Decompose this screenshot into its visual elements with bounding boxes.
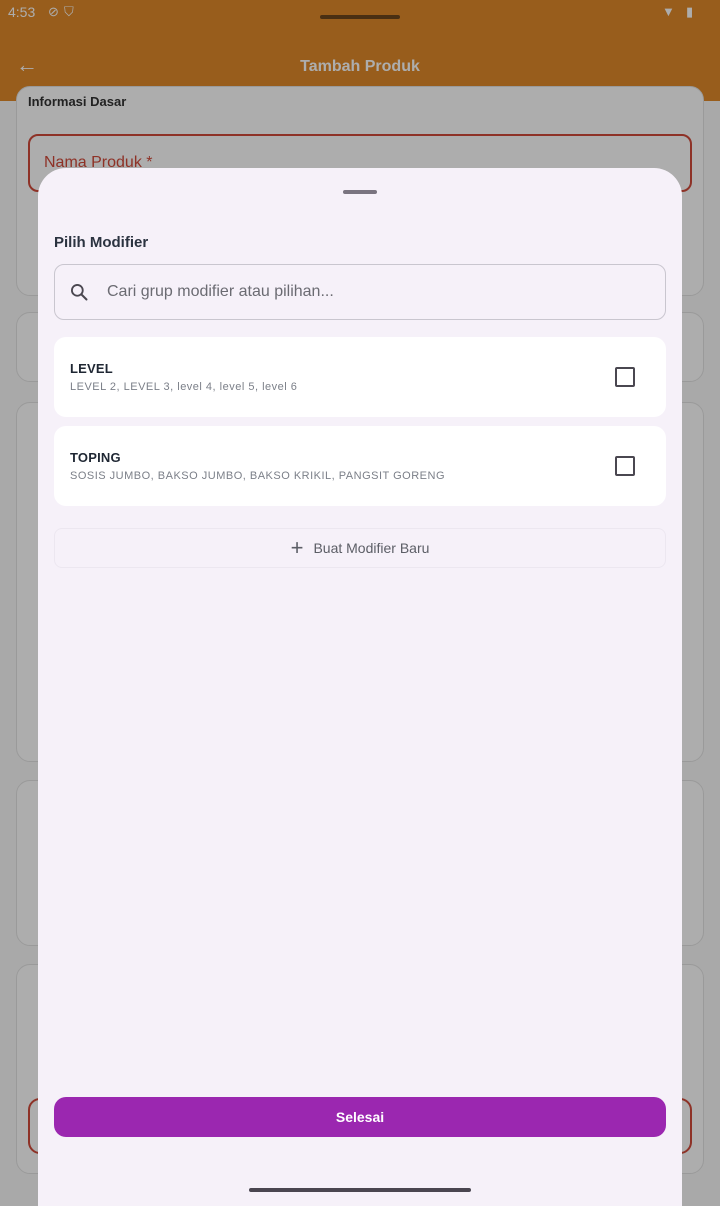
- modifier-name: TOPING: [70, 450, 121, 465]
- modifier-options: SOSIS JUMBO, BAKSO JUMBO, BAKSO KRIKIL, …: [70, 470, 446, 482]
- drag-handle[interactable]: [343, 190, 377, 194]
- plus-icon: +: [290, 535, 304, 560]
- home-indicator: [249, 1188, 471, 1192]
- modifier-options: LEVEL 2, LEVEL 3, level 4, level 5, leve…: [70, 381, 298, 393]
- done-button[interactable]: Selesai: [54, 1097, 666, 1137]
- modifier-item-level[interactable]: LEVEL LEVEL 2, LEVEL 3, level 4, level 5…: [54, 337, 666, 417]
- modifier-item-toping[interactable]: TOPING SOSIS JUMBO, BAKSO JUMBO, BAKSO K…: [54, 426, 666, 506]
- modifier-bottom-sheet: Pilih Modifier LEVEL LEVEL 2, LEVEL 3, l…: [38, 168, 682, 1206]
- modifier-search-field[interactable]: [54, 264, 666, 320]
- search-icon: [71, 284, 88, 301]
- modifier-checkbox[interactable]: [615, 456, 635, 476]
- create-modifier-label: Buat Modifier Baru: [313, 540, 430, 556]
- create-modifier-button[interactable]: + Buat Modifier Baru: [54, 528, 666, 568]
- sheet-title: Pilih Modifier: [54, 234, 149, 251]
- search-input[interactable]: [107, 265, 647, 318]
- modifier-name: LEVEL: [70, 361, 113, 376]
- modifier-checkbox[interactable]: [615, 367, 635, 387]
